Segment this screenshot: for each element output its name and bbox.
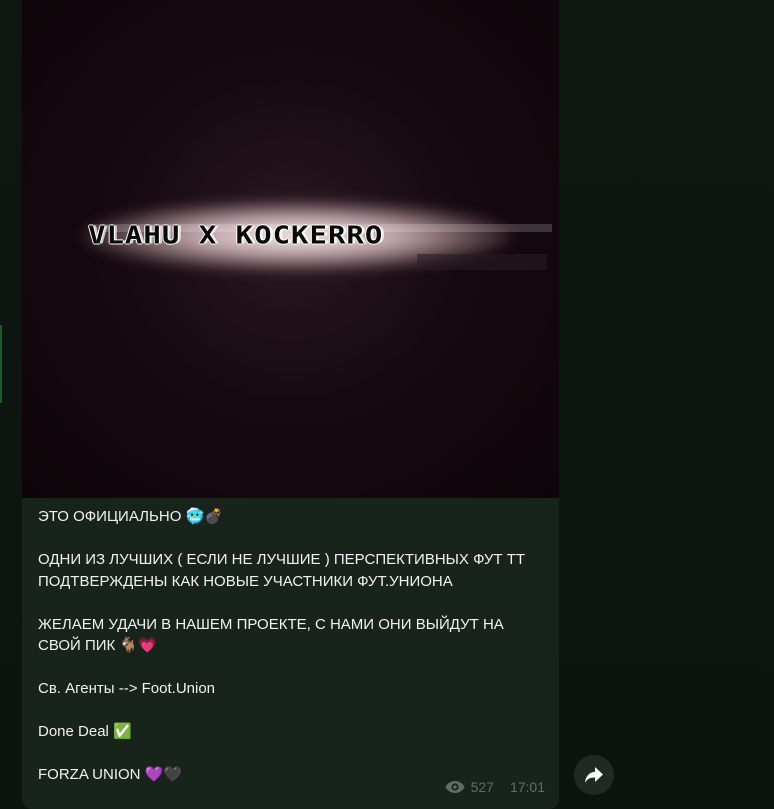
media-glitch-band — [417, 254, 547, 270]
message-bubble[interactable]: VLAHU X KOCKERRO ЭТО ОФИЦИАЛЬНО 🥶💣 ОДНИ … — [22, 0, 559, 809]
eye-icon — [445, 781, 465, 793]
share-button[interactable] — [574, 755, 614, 795]
media-title: VLAHU X KOCKERRO — [88, 220, 384, 250]
message-time: 17:01 — [509, 779, 545, 795]
scrollbar-indicator — [0, 325, 2, 403]
message-paragraph: ОДНИ ИЗ ЛУЧШИХ ( ЕСЛИ НЕ ЛУЧШИЕ ) ПЕРСПЕ… — [38, 551, 530, 590]
message-media[interactable]: VLAHU X KOCKERRO — [22, 0, 559, 498]
message-paragraph: Done Deal ✅ — [38, 723, 132, 740]
message-meta: 527 17:01 — [445, 779, 545, 795]
message-paragraph: ЭТО ОФИЦИАЛЬНО 🥶💣 — [38, 508, 223, 525]
share-arrow-icon — [585, 767, 603, 783]
view-count: 527 — [470, 779, 494, 795]
message-paragraph: Св. Агенты --> Foot.Union — [38, 680, 216, 697]
message-paragraph: ЖЕЛАЕМ УДАЧИ В НАШЕМ ПРОЕКТЕ, С НАМИ ОНИ… — [38, 615, 508, 655]
message-text: ЭТО ОФИЦИАЛЬНО 🥶💣 ОДНИ ИЗ ЛУЧШИХ ( ЕСЛИ … — [38, 506, 548, 786]
